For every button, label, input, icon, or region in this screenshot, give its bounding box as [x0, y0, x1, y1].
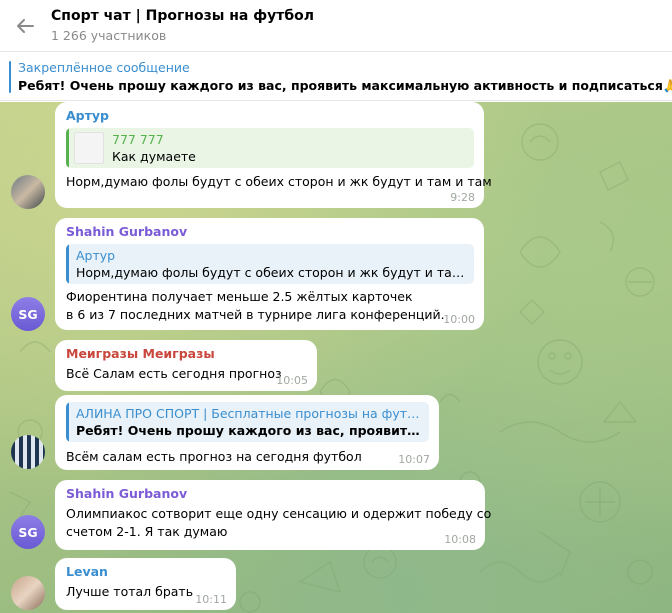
back-button[interactable] [10, 12, 40, 40]
message-time: 10:08 [444, 533, 476, 546]
message-time: 10:00 [443, 313, 475, 326]
praying-hands-icon: 🙏 [662, 78, 672, 93]
avatar-initials: SG [18, 524, 38, 540]
message-time: 9:28 [450, 191, 475, 204]
message-text-line: в 6 из 7 последних матчей в турнире лига… [66, 307, 445, 322]
chat-area[interactable]: Артур 777 777 Как думаете Норм,думаю фол… [0, 102, 672, 613]
avatar-initials: SG [18, 306, 38, 322]
pinned-text-body: Ребят! Очень прошу каждого из вас, прояв… [18, 78, 663, 93]
message-text-line: Олимпиакос сотворит еще одну сенсацию и … [66, 506, 492, 521]
member-count: 1 266 участников [51, 28, 167, 43]
message-sender[interactable]: Меигразы Меигразы [66, 346, 307, 362]
avatar[interactable] [11, 175, 45, 209]
reply-author: 777 777 [112, 132, 164, 147]
reply-thumbnail [74, 132, 104, 164]
avatar[interactable] [11, 576, 45, 610]
message-time: 10:11 [195, 593, 227, 606]
reply-text: Норм,думаю фолы будут с обеих сторон и ж… [76, 265, 466, 280]
message-text: Всём салам есть прогноз на сегодня футбо… [66, 449, 362, 464]
message-bubble[interactable]: АЛИНА ПРО СПОРТ | Бесплатные прогнозы на… [55, 395, 439, 470]
message-bubble[interactable]: Меигразы Меигразы Всё Салам есть сегодня… [55, 340, 317, 391]
message-text: Норм,думаю фолы будут с обеих сторон и ж… [66, 174, 492, 189]
chat-title[interactable]: Спорт чат | Прогнозы на футбол [51, 8, 314, 24]
chat-header: Спорт чат | Прогнозы на футбол 1 266 уча… [0, 0, 672, 52]
message-bubble[interactable]: Shahin Gurbanov Олимпиакос сотворит еще … [55, 480, 492, 550]
reply-preview[interactable]: АЛИНА ПРО СПОРТ | Бесплатные прогнозы на… [66, 402, 429, 442]
message-sender[interactable]: Levan [66, 564, 226, 580]
avatar[interactable]: SG [11, 297, 45, 331]
pinned-text: Ребят! Очень прошу каждого из вас, прояв… [18, 78, 672, 94]
message-sender[interactable]: Shahin Gurbanov [66, 486, 475, 502]
reply-author: Артур [76, 248, 116, 263]
message-bubble[interactable]: Артур 777 777 Как думаете Норм,думаю фол… [55, 102, 492, 208]
message-text: Всё Салам есть сегодня прогноз [66, 366, 282, 381]
pinned-label: Закреплённое сообщение [18, 60, 190, 75]
message-bubble[interactable]: Shahin Gurbanov Артур Норм,думаю фолы бу… [55, 218, 484, 330]
message-time: 10:05 [276, 374, 308, 387]
message-text-line: счетом 2-1. Я так думаю [66, 524, 228, 539]
message-sender[interactable]: Артур [66, 108, 474, 124]
reply-preview[interactable]: Артур Норм,думаю фолы будут с обеих стор… [66, 244, 474, 284]
message-bubble[interactable]: Levan Лучше тотал брать 10:11 [55, 558, 236, 610]
reply-text: Ребят! Очень прошу каждого из вас, прояв… [76, 423, 421, 438]
pinned-indicator [9, 61, 11, 93]
avatar[interactable] [11, 435, 45, 469]
message-sender[interactable]: Shahin Gurbanov [66, 224, 474, 240]
message-time: 10:07 [398, 453, 430, 466]
reply-author: АЛИНА ПРО СПОРТ | Бесплатные прогнозы на… [76, 406, 421, 421]
reply-preview[interactable]: 777 777 Как думаете [66, 128, 474, 168]
pinned-message-bar[interactable]: Закреплённое сообщение Ребят! Очень прош… [0, 53, 672, 101]
arrow-left-icon [17, 19, 34, 33]
reply-text: Как думаете [112, 149, 196, 164]
avatar[interactable]: SG [11, 515, 45, 549]
message-text-line: Фиорентина получает меньше 2.5 жёлтых ка… [66, 289, 413, 304]
